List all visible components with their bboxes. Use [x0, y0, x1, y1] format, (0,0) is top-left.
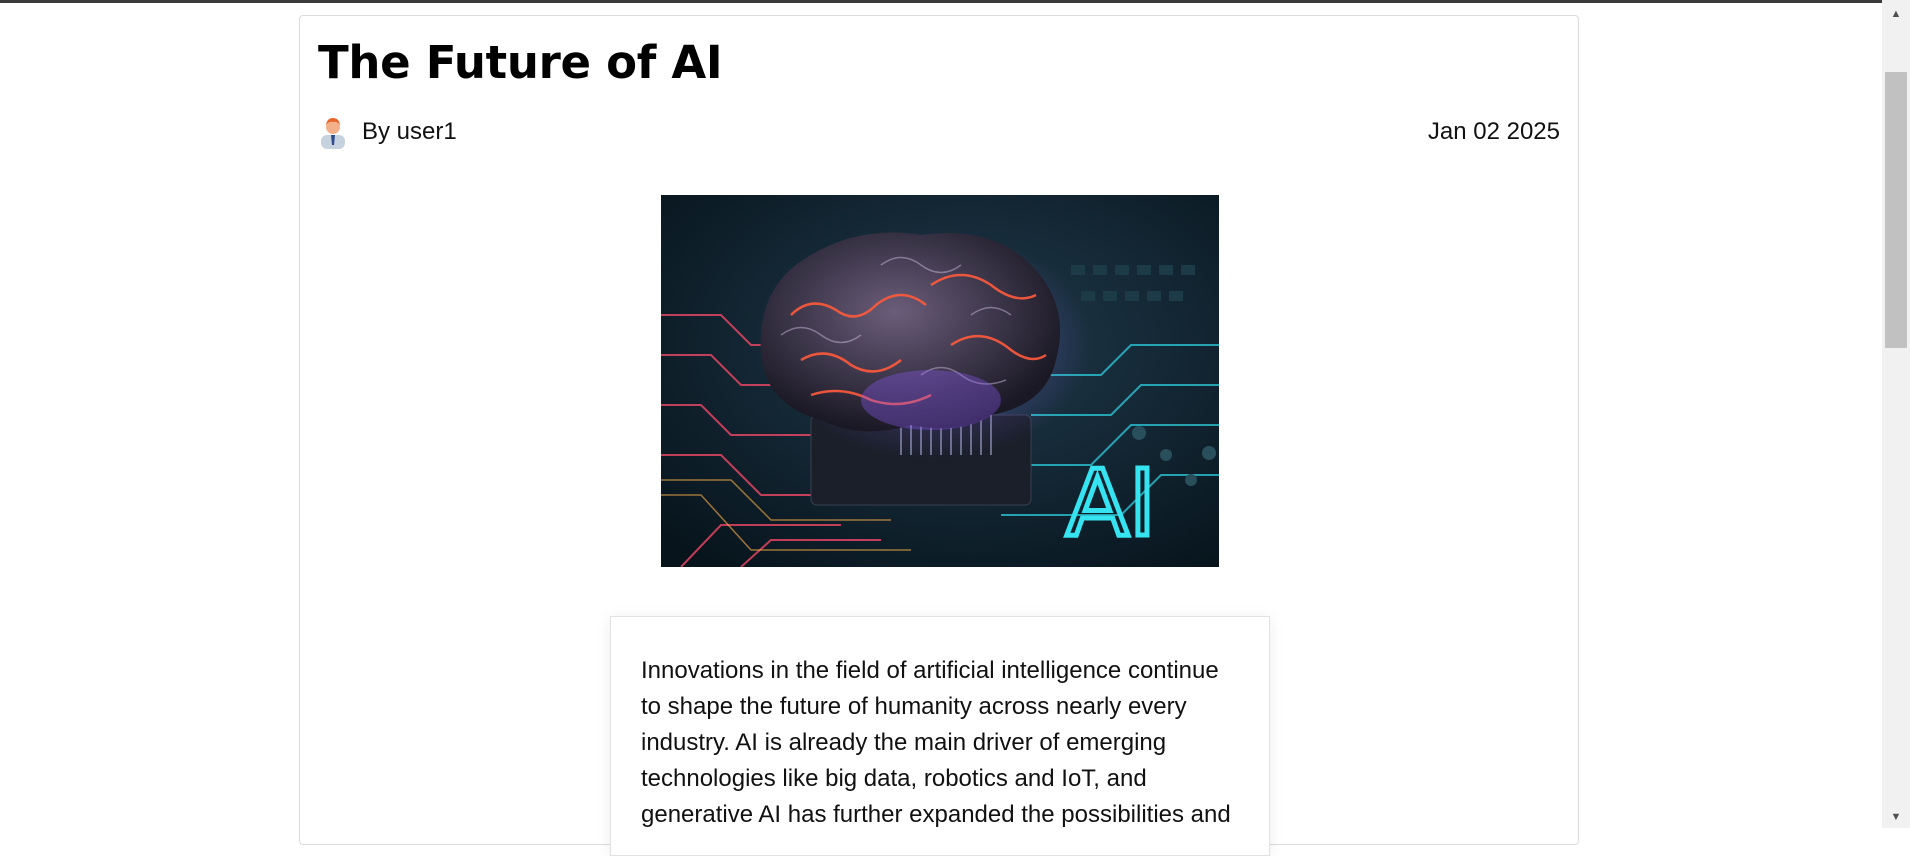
author-info: By user1 [318, 115, 457, 149]
vertical-scrollbar[interactable]: ▲ ▼ [1882, 0, 1910, 828]
article-excerpt-text: Innovations in the field of artificial i… [641, 657, 1231, 828]
arrow-up-icon[interactable]: ▲ [1882, 3, 1910, 25]
user-avatar-icon [318, 115, 348, 149]
article-meta: By user1 Jan 02 2025 [318, 112, 1560, 152]
publish-date: Jan 02 2025 [1427, 118, 1560, 145]
page-viewport: The Future of AI By user1 Jan 02 2025 AI… [0, 3, 1882, 856]
arrow-down-icon[interactable]: ▼ [1882, 806, 1910, 828]
article-excerpt-box: Innovations in the field of artificial i… [610, 616, 1270, 856]
article-card: The Future of AI By user1 Jan 02 2025 AI… [299, 15, 1579, 856]
article-title: The Future of AI [318, 36, 723, 89]
article-hero-image: AI [661, 195, 1219, 567]
author-name[interactable]: By user1 [362, 118, 457, 146]
scroll-thumb[interactable] [1885, 72, 1907, 348]
hero-ai-text: AI [1066, 450, 1156, 557]
